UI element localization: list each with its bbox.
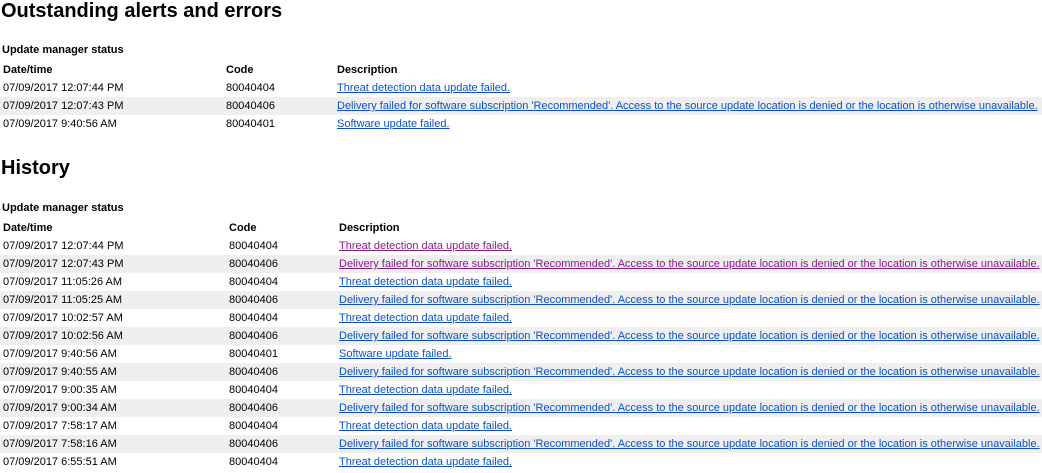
row-datetime: 07/09/2017 12:07:43 PM — [0, 97, 223, 115]
history-subtitle: Update manager status — [2, 202, 124, 214]
row-description-cell: Delivery failed for software subscriptio… — [336, 327, 1042, 345]
description-link[interactable]: Delivery failed for software subscriptio… — [339, 438, 1040, 450]
row-code: 80040406 — [226, 399, 336, 417]
description-link[interactable]: Delivery failed for software subscriptio… — [339, 294, 1040, 306]
description-link[interactable]: Threat detection data update failed. — [339, 276, 512, 288]
row-code: 80040404 — [226, 82, 275, 94]
column-header-code: Code — [229, 222, 257, 234]
outstanding-header-row: Date/time Code Description — [0, 61, 1042, 79]
row-code: 80040406 — [226, 363, 336, 381]
row-datetime: 07/09/2017 11:05:26 AM — [3, 276, 123, 288]
description-link[interactable]: Software update failed. — [339, 348, 452, 360]
row-datetime: 07/09/2017 10:02:57 AM — [3, 312, 123, 324]
row-datetime: 07/09/2017 9:40:56 AM — [3, 348, 117, 360]
column-header-code: Code — [226, 64, 254, 76]
table-row: 07/09/2017 7:58:17 AM 80040404 Threat dete… — [0, 417, 1042, 435]
description-link[interactable]: Software update failed. — [337, 118, 450, 130]
row-code: 80040404 — [229, 240, 278, 252]
outstanding-subtitle: Update manager status — [2, 44, 124, 56]
row-datetime: 07/09/2017 9:40:56 AM — [3, 118, 117, 130]
row-code: 80040404 — [229, 420, 278, 432]
table-row: 07/09/2017 6:55:51 AM 80040404 Threat dete… — [0, 453, 1042, 471]
description-link[interactable]: Delivery failed for software subscriptio… — [339, 258, 1040, 270]
row-datetime: 07/09/2017 7:58:17 AM — [3, 420, 117, 432]
row-description-cell: Threat detection data update failed. — [336, 417, 1042, 435]
outstanding-title: Outstanding alerts and errors — [1, 0, 283, 22]
row-description-cell: Threat detection data update failed. — [336, 273, 1042, 291]
row-code: 80040401 — [229, 348, 278, 360]
table-row: 07/09/2017 11:05:26 AM 80040404 Threat det… — [0, 273, 1042, 291]
row-datetime: 07/09/2017 12:07:44 PM — [3, 82, 124, 94]
table-row: 07/09/2017 9:00:35 AM 80040404 Threat dete… — [0, 381, 1042, 399]
row-description-cell: Delivery failed for software subscriptio… — [334, 97, 1042, 115]
description-link[interactable]: Threat detection data update failed. — [337, 82, 510, 94]
row-code: 80040406 — [226, 327, 336, 345]
row-code: 80040404 — [229, 456, 278, 468]
row-datetime: 07/09/2017 12:07:43 PM — [0, 255, 226, 273]
description-link[interactable]: Delivery failed for software subscriptio… — [339, 366, 1040, 378]
outstanding-table: Date/time Code Description 07/09/2017 12… — [0, 61, 1042, 133]
history-title: History — [1, 157, 70, 179]
row-description-cell: Threat detection data update failed. — [336, 453, 1042, 471]
row-code: 80040406 — [226, 291, 336, 309]
description-link[interactable]: Threat detection data update failed. — [339, 420, 512, 432]
column-header-description: Description — [337, 64, 398, 76]
row-description-cell: Threat detection data update failed. — [334, 79, 1042, 97]
table-row: 07/09/2017 10:02:57 AM 80040404 Threat det… — [0, 309, 1042, 327]
description-link[interactable]: Threat detection data update failed. — [339, 456, 512, 468]
column-header-datetime: Date/time — [3, 222, 53, 234]
row-description-cell: Threat detection data update failed. — [336, 381, 1042, 399]
row-description-cell: Delivery failed for software subscriptio… — [336, 399, 1042, 417]
description-link[interactable]: Threat detection data update failed. — [339, 312, 512, 324]
row-datetime: 07/09/2017 10:02:56 AM — [0, 327, 226, 345]
row-code: 80040406 — [226, 255, 336, 273]
row-code: 80040404 — [229, 312, 278, 324]
row-description-cell: Delivery failed for software subscriptio… — [336, 255, 1042, 273]
row-description-cell: Delivery failed for software subscriptio… — [336, 363, 1042, 381]
row-description-cell: Delivery failed for software subscriptio… — [336, 291, 1042, 309]
table-row: 07/09/2017 7:58:16 AM 80040406 Delivery fa… — [0, 435, 1042, 453]
row-datetime: 07/09/2017 9:00:35 AM — [3, 384, 117, 396]
table-row: 07/09/2017 10:02:56 AM 80040406 Delivery f… — [0, 327, 1042, 345]
description-link[interactable]: Delivery failed for software subscriptio… — [339, 402, 1040, 414]
row-code: 80040401 — [226, 118, 275, 130]
row-datetime: 07/09/2017 9:00:34 AM — [0, 399, 226, 417]
description-link[interactable]: Threat detection data update failed. — [339, 384, 512, 396]
row-datetime: 07/09/2017 9:40:55 AM — [0, 363, 226, 381]
table-row: 07/09/2017 12:07:43 PM 80040406 Delivery… — [0, 97, 1042, 115]
row-code: 80040404 — [229, 384, 278, 396]
row-datetime: 07/09/2017 11:05:25 AM — [0, 291, 226, 309]
row-code: 80040406 — [223, 97, 334, 115]
table-row: 07/09/2017 12:07:44 PM 80040404 Threat d… — [0, 79, 1042, 97]
row-datetime: 07/09/2017 12:07:44 PM — [3, 240, 124, 252]
history-header-row: Date/time Code Description — [0, 219, 1042, 237]
column-header-datetime: Date/time — [3, 64, 53, 76]
row-datetime: 07/09/2017 6:55:51 AM — [3, 456, 117, 468]
row-description-cell: Threat detection data update failed. — [336, 309, 1042, 327]
table-row: 07/09/2017 12:07:44 PM 80040404 Threat det… — [0, 237, 1042, 255]
row-datetime: 07/09/2017 7:58:16 AM — [0, 435, 226, 453]
row-code: 80040404 — [229, 276, 278, 288]
history-table: Date/time Code Description 07/09/2017 12… — [0, 219, 1042, 471]
description-link[interactable]: Threat detection data update failed. — [339, 240, 512, 252]
row-description-cell: Threat detection data update failed. — [336, 237, 1042, 255]
row-description-cell: Delivery failed for software subscriptio… — [336, 435, 1042, 453]
column-header-description: Description — [339, 222, 400, 234]
table-row: 07/09/2017 9:40:56 AM 80040401 Software … — [0, 115, 1042, 133]
table-row: 07/09/2017 12:07:43 PM 80040406 Delivery f… — [0, 255, 1042, 273]
description-link[interactable]: Delivery failed for software subscriptio… — [337, 100, 1038, 112]
table-row: 07/09/2017 9:40:56 AM 80040401 Software up… — [0, 345, 1042, 363]
table-row: 07/09/2017 11:05:25 AM 80040406 Delivery f… — [0, 291, 1042, 309]
row-description-cell: Software update failed. — [334, 115, 1042, 133]
row-code: 80040406 — [226, 435, 336, 453]
description-link[interactable]: Delivery failed for software subscriptio… — [339, 330, 1040, 342]
table-row: 07/09/2017 9:40:55 AM 80040406 Delivery fa… — [0, 363, 1042, 381]
table-row: 07/09/2017 9:00:34 AM 80040406 Delivery fa… — [0, 399, 1042, 417]
row-description-cell: Software update failed. — [336, 345, 1042, 363]
